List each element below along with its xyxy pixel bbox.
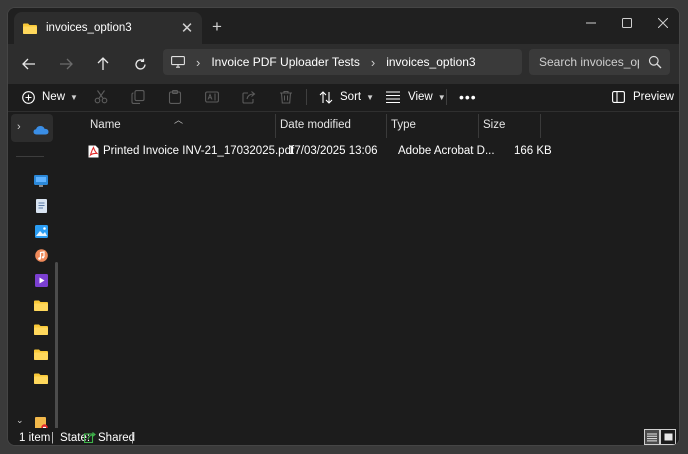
more-options-icon[interactable]: ••• [459, 84, 477, 110]
column-header-name[interactable]: Name [90, 112, 121, 138]
toolbar-divider [446, 89, 447, 105]
tab-invoices-option3[interactable]: invoices_option3 ✕ [14, 12, 202, 44]
tab-title: invoices_option3 [46, 22, 132, 34]
file-type: Adobe Acrobat D... [398, 145, 495, 157]
folder-icon[interactable] [32, 321, 50, 337]
close-icon[interactable]: ✕ [176, 17, 198, 39]
clipboard-icon [168, 90, 182, 104]
forward-arrow-icon[interactable] [51, 50, 81, 78]
address-row: › Invoice PDF Uploader Tests › invoices_… [8, 44, 679, 84]
column-divider[interactable] [386, 114, 387, 138]
folder-icon[interactable] [32, 346, 50, 362]
chevron-right-icon[interactable]: › [17, 121, 21, 133]
new-label: New [42, 91, 66, 103]
plus-circle-icon [22, 90, 35, 104]
nav-divider [16, 156, 44, 157]
scissors-icon [94, 90, 108, 104]
share-icon [242, 91, 256, 104]
title-bar: invoices_option3 ✕ + [8, 8, 679, 44]
copy-button[interactable] [131, 84, 145, 110]
column-header-type[interactable]: Type [391, 112, 416, 138]
up-arrow-icon[interactable] [88, 50, 118, 78]
view-list-icon [386, 91, 400, 103]
chevron-down-icon[interactable]: ⌄ [16, 415, 24, 426]
file-size: 166 KB [514, 145, 552, 157]
status-separator: | [131, 431, 134, 444]
file-explorer-window: invoices_option3 ✕ + › Invoice PDF Uploa… [7, 7, 680, 446]
sort-ascending-indicator: ︿ [174, 115, 184, 125]
folder-icon [23, 23, 37, 34]
preview-label: Preview [633, 91, 674, 103]
chevron-down-icon: ▼ [70, 92, 78, 102]
chevron-right-icon: › [370, 54, 376, 70]
cut-button[interactable] [94, 84, 108, 110]
pictures-icon[interactable] [32, 223, 50, 239]
search-box[interactable] [529, 49, 670, 75]
rename-icon [205, 91, 219, 103]
toolbar-divider [306, 89, 307, 105]
file-list: ︿ Name Date modified Type Size Printed I… [66, 112, 679, 428]
breadcrumb-invoice-pdf-uploader-tests[interactable]: Invoice PDF Uploader Tests [211, 55, 360, 69]
state-value: Shared [98, 431, 136, 444]
refresh-icon[interactable] [125, 50, 155, 78]
videos-icon[interactable] [32, 272, 50, 288]
column-divider[interactable] [275, 114, 276, 138]
onedrive-cloud-icon [32, 122, 50, 138]
monitor-icon [171, 56, 185, 68]
trash-icon [280, 90, 292, 104]
chevron-right-icon: › [196, 54, 201, 70]
plus-icon[interactable]: + [206, 16, 228, 38]
view-label: View [408, 91, 433, 103]
documents-icon[interactable] [32, 198, 50, 214]
search-input[interactable] [539, 55, 639, 69]
back-arrow-icon[interactable] [14, 50, 44, 78]
shared-icon [84, 428, 96, 445]
maximize-icon[interactable] [609, 8, 645, 38]
status-separator: | [51, 431, 54, 444]
large-icons-view-icon[interactable] [660, 429, 676, 445]
share-button[interactable] [242, 84, 256, 110]
chevron-down-icon: ▼ [437, 92, 446, 102]
file-row[interactable]: Printed Invoice INV-21_17032025.pdf 17/0… [80, 140, 552, 162]
command-bar: New ▼ Sort ▼ View ▼ ••• Preview [8, 84, 679, 110]
column-header-size[interactable]: Size [483, 112, 505, 138]
status-bar: 1 item | State: Shared | [8, 428, 679, 445]
window-close-icon[interactable] [645, 8, 679, 38]
details-view-icon[interactable] [644, 429, 660, 445]
folder-icon[interactable] [32, 297, 50, 313]
rename-button[interactable] [205, 84, 219, 110]
search-icon[interactable] [648, 55, 662, 69]
paste-button[interactable] [168, 84, 182, 110]
preview-button[interactable]: Preview [612, 84, 674, 110]
sort-button[interactable]: Sort ▼ [319, 84, 374, 110]
file-date-modified: 17/03/2025 13:06 [288, 145, 378, 157]
column-header-date-modified[interactable]: Date modified [280, 112, 351, 138]
desktop-icon[interactable] [32, 173, 50, 189]
new-button[interactable]: New ▼ [22, 84, 78, 110]
column-divider[interactable] [478, 114, 479, 138]
pdf-file-icon [88, 140, 99, 162]
minimize-icon[interactable] [573, 8, 609, 38]
sort-icon [319, 90, 333, 104]
copy-icon [131, 90, 145, 104]
folder-icon[interactable] [32, 370, 50, 386]
delete-button[interactable] [279, 84, 293, 110]
chevron-down-icon: ▼ [366, 92, 375, 102]
file-name: Printed Invoice INV-21_17032025.pdf [103, 145, 295, 157]
breadcrumb-invoices-option3[interactable]: invoices_option3 [386, 55, 475, 69]
column-divider[interactable] [540, 114, 541, 138]
item-count: 1 item [19, 431, 51, 444]
preview-pane-icon [612, 91, 625, 103]
address-bar[interactable]: › Invoice PDF Uploader Tests › invoices_… [163, 49, 522, 75]
navigation-pane: › ⌄ [8, 112, 58, 432]
sort-label: Sort [340, 91, 362, 103]
music-icon[interactable] [32, 247, 50, 263]
view-button[interactable]: View ▼ [386, 84, 446, 110]
nav-scrollbar[interactable] [55, 262, 58, 432]
